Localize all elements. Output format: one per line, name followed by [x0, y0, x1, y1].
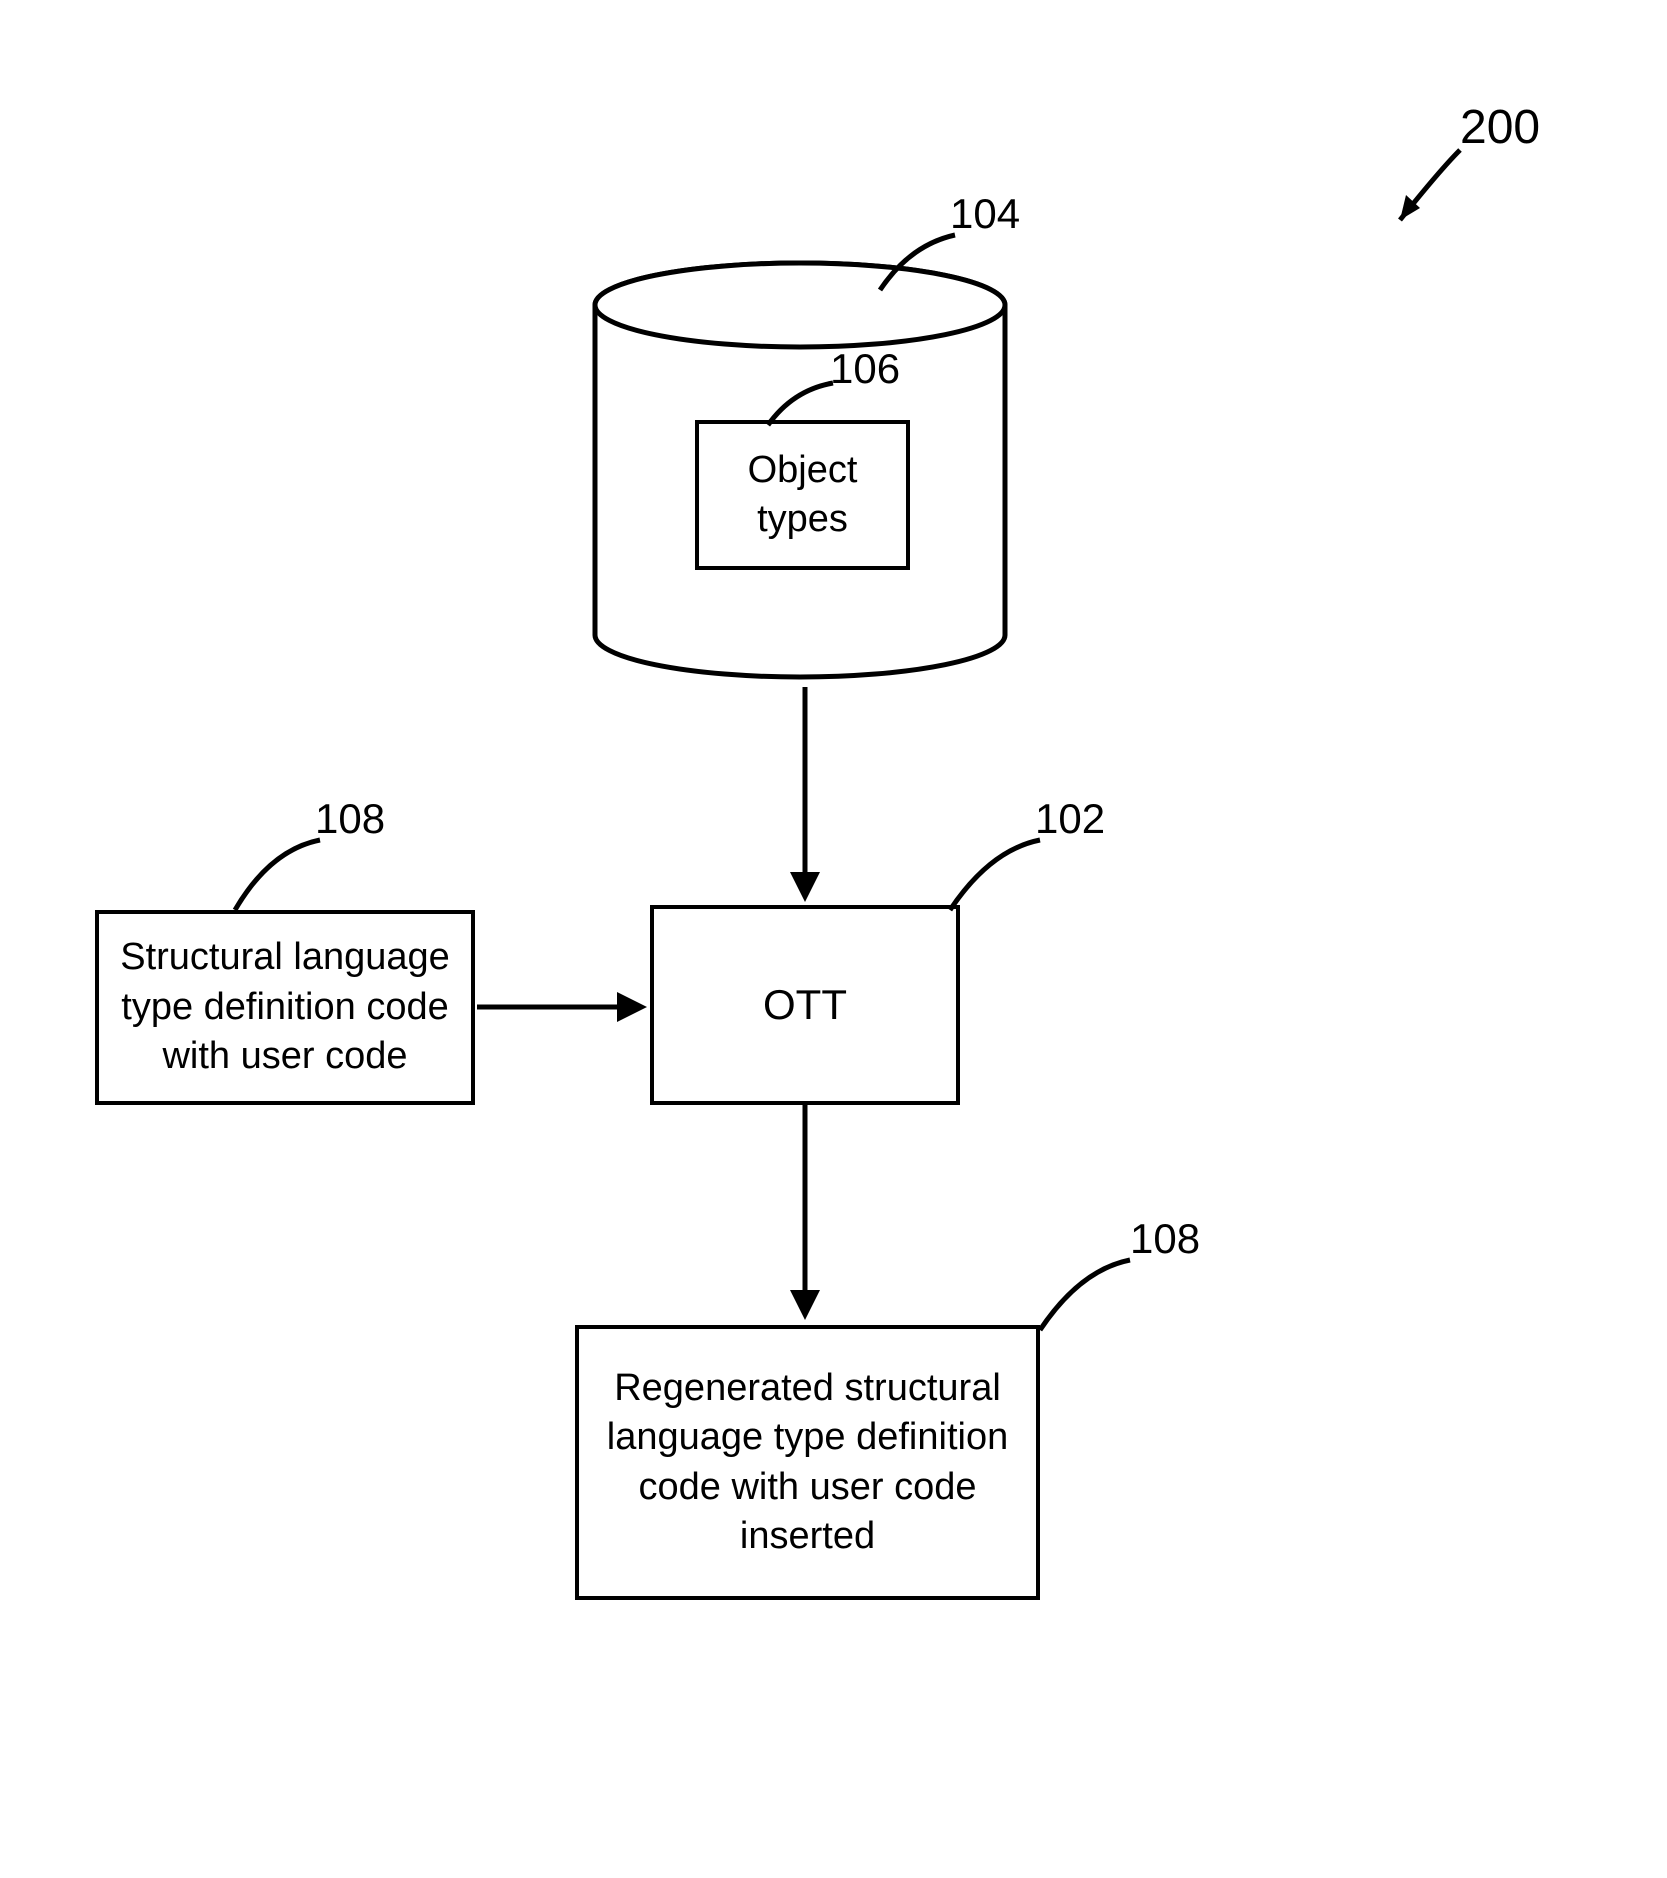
leader-line-108-output-icon — [1030, 1250, 1160, 1340]
arrow-ott-to-output-icon — [790, 1105, 830, 1325]
leader-line-106-icon — [758, 375, 858, 435]
arrow-input-to-ott-icon — [477, 992, 652, 1032]
ott-box: OTT — [650, 905, 960, 1105]
output-box: Regenerated structural language type def… — [575, 1325, 1040, 1600]
leader-line-102-icon — [940, 830, 1070, 920]
figure-arrow-icon — [1370, 140, 1490, 260]
structural-input-box: Structural language type definition code… — [95, 910, 475, 1105]
arrow-db-to-ott-icon — [790, 687, 830, 907]
leader-line-104-icon — [870, 225, 990, 305]
object-types-box: Object types — [695, 420, 910, 570]
leader-line-108-input-icon — [225, 830, 345, 920]
